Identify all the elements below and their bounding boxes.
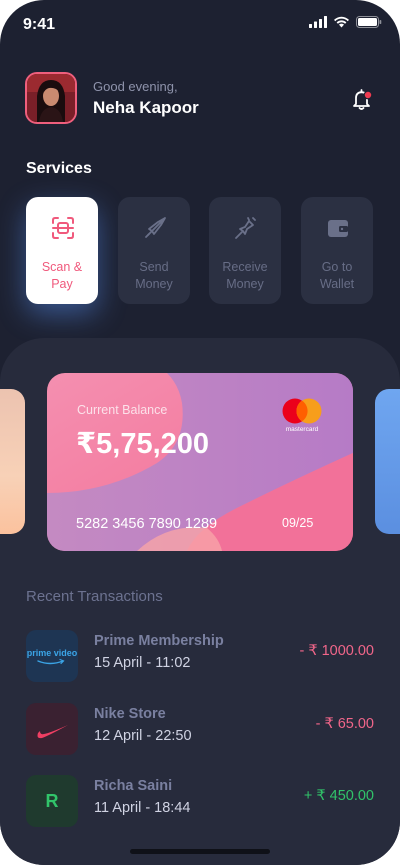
status-icons: [309, 16, 382, 28]
transaction-date: 15 April - 11:02: [94, 655, 191, 671]
nike-logo: [26, 703, 78, 755]
transaction-date: 12 April - 22:50: [94, 728, 192, 744]
transaction-name: Richa Saini: [94, 778, 173, 794]
card-brand: mastercard: [285, 426, 319, 433]
card-expiry: 09/25: [282, 516, 314, 530]
scan-icon: [52, 217, 74, 239]
mastercard-icon: [282, 398, 322, 424]
transaction-amount: + ₹ 450.00: [303, 788, 374, 804]
user-name: Neha Kapoor: [93, 98, 199, 117]
status-bar: 9:41: [0, 0, 400, 50]
transaction-amount: - ₹ 1000.00: [299, 643, 374, 659]
contact-initial-avatar: R: [26, 775, 78, 827]
services-title: Services: [26, 160, 92, 177]
service-label: Go to Wallet: [319, 260, 355, 291]
transaction-date: 11 April - 18:44: [94, 800, 191, 816]
avatar[interactable]: [25, 72, 77, 124]
smile-icon: [37, 658, 65, 665]
prime-video-logo: prime video: [26, 630, 78, 682]
bell-icon: [353, 89, 373, 110]
nike-swoosh-icon: [37, 725, 68, 739]
battery-icon: [356, 16, 382, 28]
balance-card[interactable]: Current Balance ₹5,75,200 mastercard 528…: [47, 373, 353, 551]
transaction-amount: - ₹ 65.00: [315, 716, 374, 732]
transaction-row[interactable]: Nike Store 12 April - 22:50 - ₹ 65.00: [0, 703, 400, 763]
card-number: 5282 3456 7890 1289: [76, 516, 218, 532]
status-time: 9:41: [23, 16, 56, 33]
next-card[interactable]: [375, 389, 400, 534]
service-label: Scan & Pay: [41, 260, 83, 291]
transaction-row[interactable]: R Richa Saini 11 April - 18:44 + ₹ 450.0…: [0, 775, 400, 835]
notification-button[interactable]: [349, 86, 375, 112]
unread-dot: [363, 90, 373, 100]
receive-icon: [235, 217, 256, 239]
transactions-title: Recent Transactions: [26, 588, 163, 605]
send-icon: [145, 217, 166, 238]
signal-icon: [309, 16, 327, 28]
transaction-name: Prime Membership: [94, 633, 224, 649]
service-label: Send Money: [135, 260, 173, 291]
balance-label: Current Balance: [77, 403, 168, 417]
transaction-row[interactable]: prime video Prime Membership 15 April - …: [0, 630, 400, 690]
service-receive-money[interactable]: Receive Money: [209, 197, 281, 304]
greeting-text: Good evening,: [93, 79, 178, 94]
service-wallet[interactable]: Go to Wallet: [301, 197, 373, 304]
balance-value: ₹5,75,200: [76, 428, 210, 460]
service-scan-pay[interactable]: Scan & Pay: [26, 197, 98, 304]
home-indicator[interactable]: [130, 849, 270, 854]
service-send-money[interactable]: Send Money: [118, 197, 190, 304]
transaction-name: Nike Store: [94, 706, 166, 722]
avatar-photo: [27, 74, 75, 122]
contact-initial: R: [45, 791, 59, 811]
wifi-icon: [334, 16, 349, 28]
phone-screen: 9:41 Good evening, Neha Kapoor Services …: [0, 0, 400, 865]
previous-card[interactable]: [0, 389, 25, 534]
wallet-icon: [328, 220, 348, 237]
service-label: Receive Money: [222, 260, 268, 291]
